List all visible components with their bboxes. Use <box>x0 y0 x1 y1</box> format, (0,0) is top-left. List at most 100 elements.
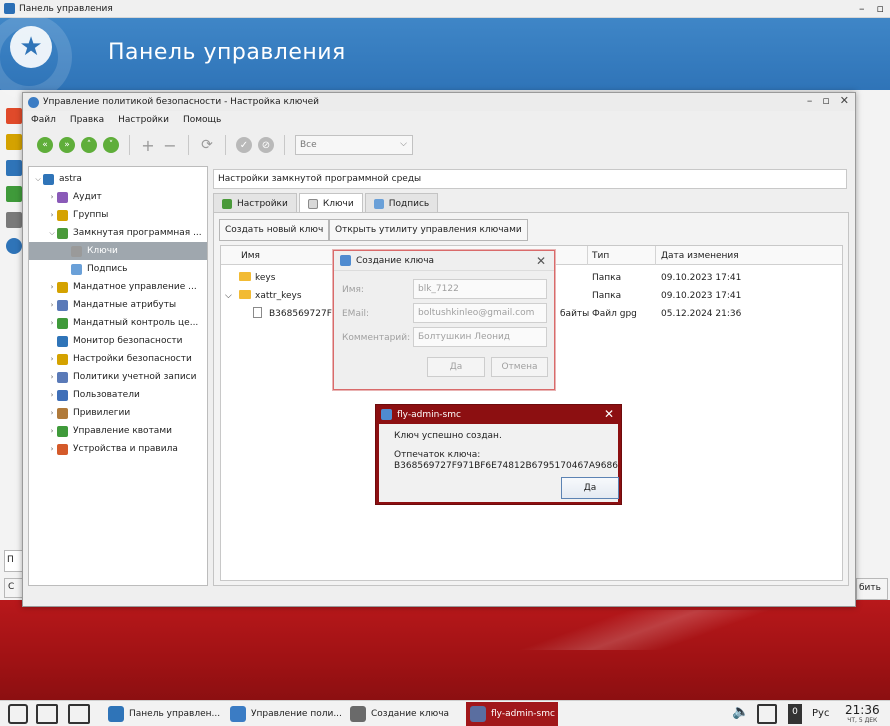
create-key-cancel-button[interactable]: Отмена <box>491 357 548 377</box>
category-icon[interactable] <box>6 108 22 124</box>
category-icon[interactable] <box>6 238 22 254</box>
down-icon[interactable]: ˅ <box>103 137 119 153</box>
success-dialog-titlebar[interactable]: fly-admin-smc ✕ <box>376 405 621 424</box>
column-type-header[interactable]: Тип <box>592 251 609 261</box>
menu-help[interactable]: Помощь <box>183 115 221 125</box>
tree-item[interactable]: ⌵ astra <box>29 170 207 188</box>
tree-expander-icon[interactable]: › <box>47 445 57 453</box>
create-key-button[interactable]: Создать новый ключ <box>219 219 330 241</box>
tree-item[interactable]: ⌵ Замкнутая программная ... <box>29 224 207 242</box>
tree-item[interactable]: Подпись <box>29 260 207 278</box>
category-icon[interactable] <box>6 212 22 228</box>
tree-item[interactable]: › Группы <box>29 206 207 224</box>
menu-edit[interactable]: Правка <box>70 115 104 125</box>
create-key-dialog-titlebar[interactable]: Создание ключа ✕ <box>334 251 554 271</box>
tree-expander-icon[interactable]: › <box>47 427 57 435</box>
success-ok-button[interactable]: Да <box>561 477 619 499</box>
tree-item[interactable]: › Аудит <box>29 188 207 206</box>
network-icon[interactable] <box>757 704 777 724</box>
tree-expander-icon[interactable]: › <box>47 283 57 291</box>
start-menu-icon[interactable] <box>8 704 28 724</box>
tree-expander-icon[interactable]: › <box>47 373 57 381</box>
refresh-icon[interactable]: ⟳ <box>199 137 215 153</box>
tree-item[interactable]: › Пользователи <box>29 386 207 404</box>
first-icon[interactable]: « <box>37 137 53 153</box>
close-icon[interactable]: ✕ <box>604 407 614 421</box>
up-icon[interactable]: ˄ <box>81 137 97 153</box>
volume-icon[interactable]: 🔈 <box>732 704 749 724</box>
remove-icon[interactable]: − <box>162 136 178 155</box>
maximize-icon[interactable]: ▫ <box>877 2 884 15</box>
tab-settings[interactable]: Настройки <box>213 193 297 213</box>
tree-item[interactable]: › Политики учетной записи <box>29 368 207 386</box>
tree-item[interactable]: › Мандатное управление ... <box>29 278 207 296</box>
tree-item-icon <box>43 173 54 185</box>
menu-settings[interactable]: Настройки <box>118 115 169 125</box>
keyboard-layout[interactable]: Рус <box>812 704 829 724</box>
category-icon[interactable] <box>6 160 22 176</box>
tree-expander-icon[interactable]: › <box>47 193 57 201</box>
task-fly-admin-smc[interactable]: fly-admin-smc <box>466 702 558 726</box>
tree-item[interactable]: Ключи <box>29 242 207 260</box>
maximize-icon[interactable]: ▫ <box>822 94 829 107</box>
windows-icon[interactable] <box>36 704 58 724</box>
task-policy[interactable]: Управление поли... <box>226 702 342 726</box>
notification-badge[interactable]: 0 <box>788 704 802 724</box>
column-date-header[interactable]: Дата изменения <box>661 251 739 261</box>
add-icon[interactable]: + <box>140 136 156 155</box>
task-create-key[interactable]: Создание ключа <box>346 702 462 726</box>
menu-file[interactable]: Файл <box>31 115 56 125</box>
tree-expander-icon[interactable]: ⌵ <box>225 291 232 301</box>
category-icon[interactable] <box>6 186 22 202</box>
category-icon[interactable] <box>6 134 22 150</box>
tree-expander-icon[interactable]: › <box>47 409 57 417</box>
minimize-icon[interactable]: – <box>859 2 865 15</box>
tree-item[interactable]: Монитор безопасности <box>29 332 207 350</box>
email-input[interactable]: boltushkinleo@gmail.com <box>413 303 547 323</box>
close-icon[interactable]: ✕ <box>840 94 849 107</box>
row-type: Файл gpg <box>592 309 637 319</box>
tree-expander-icon[interactable]: › <box>47 319 57 327</box>
tree-expander-icon[interactable]: ⌵ <box>47 229 57 238</box>
tree-item[interactable]: › Настройки безопасности <box>29 350 207 368</box>
tree-expander-icon[interactable]: › <box>47 355 57 363</box>
control-panel-left-button[interactable]: С <box>4 578 24 598</box>
minimize-icon[interactable]: – <box>807 94 813 107</box>
tree-expander-icon[interactable]: › <box>47 301 57 309</box>
control-panel-right-button[interactable]: бить <box>856 578 888 600</box>
key-icon <box>340 255 351 266</box>
tree-expander-icon[interactable]: ⌵ <box>33 175 43 184</box>
star-icon: ★ <box>10 26 52 68</box>
cancel-icon[interactable]: ⊘ <box>258 137 274 153</box>
tree-item[interactable]: › Привилегии <box>29 404 207 422</box>
comment-input[interactable]: Болтушкин Леонид <box>413 327 547 347</box>
filter-combo[interactable]: Все ⌵ <box>295 135 413 155</box>
task-control-panel[interactable]: Панель управлен... <box>104 702 220 726</box>
tree-item[interactable]: › Устройства и правила <box>29 440 207 458</box>
success-message: Ключ успешно создан. <box>394 431 502 441</box>
create-key-ok-button[interactable]: Да <box>427 357 485 377</box>
open-key-utility-button[interactable]: Открыть утилиту управления ключами <box>329 219 528 241</box>
control-panel-window-title: Панель управления <box>19 3 113 14</box>
name-input[interactable]: blk_7122 <box>413 279 547 299</box>
security-policy-titlebar[interactable]: Управление политикой безопасности - Наст… <box>23 93 855 111</box>
clock[interactable]: 21:36 ЧТ, 5 ДЕК <box>845 703 880 724</box>
policy-tree[interactable]: ⌵ astra › Аудит › Группы ⌵ Замкнутая программна… <box>28 166 208 586</box>
tab-keys[interactable]: Ключи <box>298 193 363 213</box>
control-panel-search-input[interactable]: П <box>4 550 24 572</box>
tree-item[interactable]: › Мандатный контроль це... <box>29 314 207 332</box>
tab-signature[interactable]: Подпись <box>364 193 439 213</box>
tree-item[interactable]: › Мандатные атрибуты <box>29 296 207 314</box>
chevron-down-icon: ⌵ <box>400 139 407 149</box>
column-name-header[interactable]: Имя <box>241 251 260 261</box>
tree-item[interactable]: › Управление квотами <box>29 422 207 440</box>
tree-expander-icon[interactable]: › <box>47 211 57 219</box>
close-icon[interactable]: ✕ <box>536 254 546 268</box>
row-name: xattr_keys <box>255 291 302 301</box>
file-manager-icon[interactable] <box>68 704 90 724</box>
control-panel-titlebar[interactable]: Панель управления – ▫ <box>0 0 890 18</box>
apply-icon[interactable]: ✓ <box>236 137 252 153</box>
tree-expander-icon[interactable]: › <box>47 391 57 399</box>
wallpaper-streak <box>520 610 770 650</box>
last-icon[interactable]: » <box>59 137 75 153</box>
